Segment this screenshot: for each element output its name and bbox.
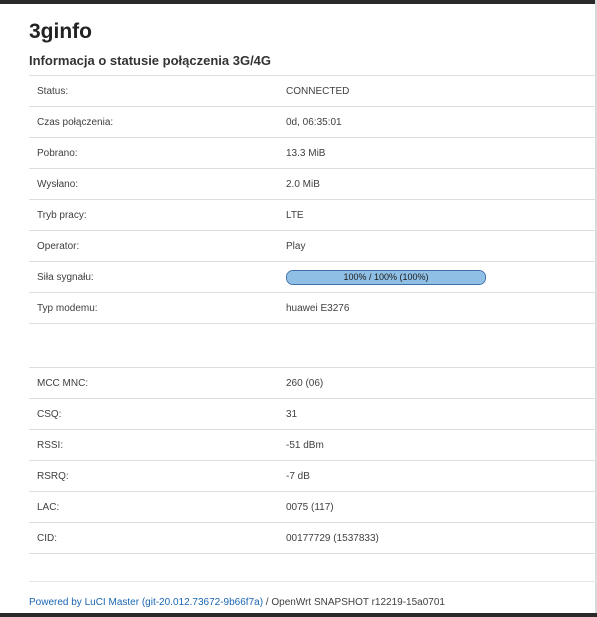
- table-row: Pobrano: 13.3 MiB: [29, 137, 597, 169]
- top-bar: [0, 0, 597, 4]
- row-label: RSRQ:: [37, 470, 69, 482]
- row-label: Tryb pracy:: [37, 209, 87, 221]
- row-value: 00177729 (1537833): [286, 532, 379, 544]
- page-title: 3ginfo: [29, 20, 92, 43]
- signal-strength-bar: 100% / 100% (100%): [286, 269, 486, 285]
- row-label: Siła sygnału:: [37, 271, 94, 283]
- footer-divider: [29, 581, 597, 582]
- table-row: RSSI: -51 dBm: [29, 429, 597, 461]
- row-value: -7 dB: [286, 470, 310, 482]
- table-row: Typ modemu: huawei E3276: [29, 292, 597, 324]
- table-row: Status: CONNECTED: [29, 75, 597, 107]
- table-row: CSQ: 31: [29, 398, 597, 430]
- row-value: 260 (06): [286, 377, 324, 389]
- row-label: Status:: [37, 85, 69, 97]
- footer: Powered by LuCI Master (git-20.012.73672…: [29, 597, 445, 608]
- footer-version: OpenWrt SNAPSHOT r12219-15a0701: [271, 597, 445, 608]
- row-label: CID:: [37, 532, 57, 544]
- row-label: Operator:: [37, 240, 80, 252]
- row-label: Typ modemu:: [37, 302, 98, 314]
- row-label: RSSI:: [37, 439, 64, 451]
- table-row: Wysłano: 2.0 MiB: [29, 168, 597, 200]
- row-value: 13.3 MiB: [286, 147, 326, 159]
- table-row: RSRQ: -7 dB: [29, 460, 597, 492]
- row-value: 2.0 MiB: [286, 178, 320, 190]
- row-label: Wysłano:: [37, 178, 79, 190]
- row-label: LAC:: [37, 501, 60, 513]
- status-table: Status: CONNECTED Czas połączenia: 0d, 0…: [29, 75, 597, 324]
- table-row: Siła sygnału: 100% / 100% (100%): [29, 261, 597, 293]
- row-label: CSQ:: [37, 408, 62, 420]
- row-label: MCC MNC:: [37, 377, 89, 389]
- row-value: huawei E3276: [286, 302, 350, 314]
- row-value: 0075 (117): [286, 501, 334, 513]
- radio-table: MCC MNC: 260 (06) CSQ: 31 RSSI: -51 dBm …: [29, 367, 597, 554]
- table-row: LAC: 0075 (117): [29, 491, 597, 523]
- row-label: Czas połączenia:: [37, 116, 114, 128]
- signal-strength-text: 100% / 100% (100%): [343, 271, 429, 282]
- table-row: CID: 00177729 (1537833): [29, 522, 597, 554]
- signal-cell: 100% / 100% (100%): [286, 262, 597, 293]
- row-value: 31: [286, 408, 298, 420]
- row-label: Pobrano:: [37, 147, 78, 159]
- bottom-bar: [0, 613, 597, 617]
- table-row: Operator: Play: [29, 230, 597, 262]
- section-title: Informacja o statusie połączenia 3G/4G: [29, 53, 272, 68]
- row-value: CONNECTED: [286, 85, 350, 97]
- luci-link[interactable]: Powered by LuCI Master (git-20.012.73672…: [29, 597, 263, 608]
- row-value: LTE: [286, 209, 304, 221]
- table-row: Tryb pracy: LTE: [29, 199, 597, 231]
- table-row: Czas połączenia: 0d, 06:35:01: [29, 106, 597, 138]
- row-value: 0d, 06:35:01: [286, 116, 342, 128]
- table-row: MCC MNC: 260 (06): [29, 367, 597, 399]
- row-value: Play: [286, 240, 306, 252]
- row-value: -51 dBm: [286, 439, 324, 451]
